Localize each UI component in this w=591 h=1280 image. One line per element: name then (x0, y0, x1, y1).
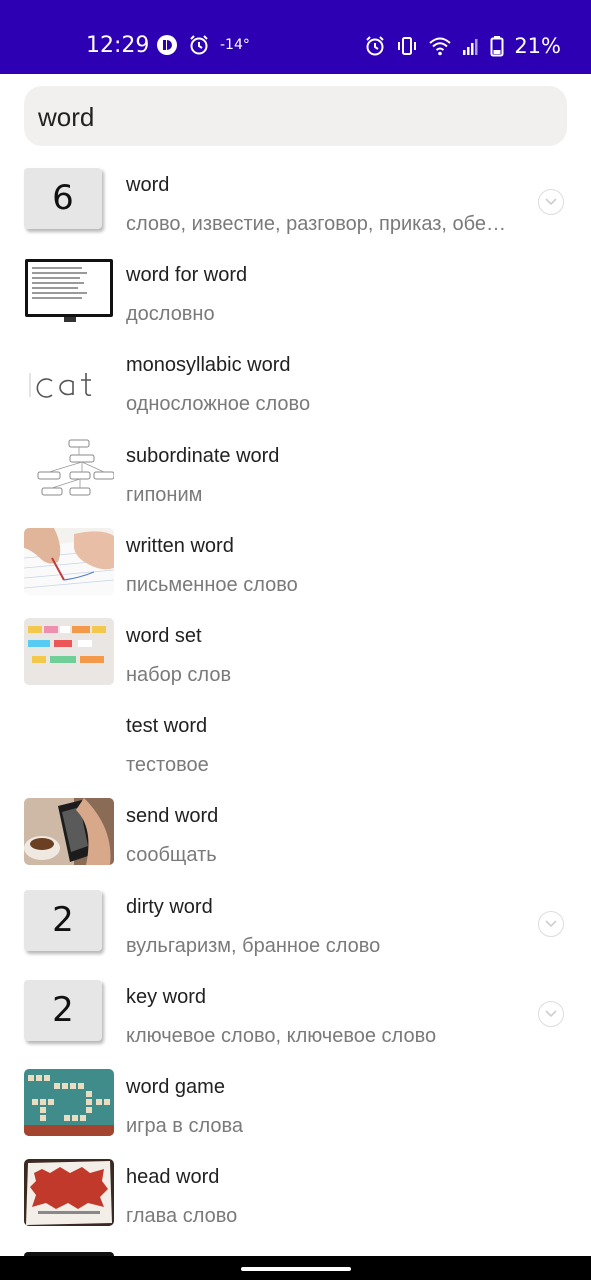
item-translation: ключевое слово, ключевое слово (126, 1024, 437, 1047)
status-left-icons: -14° (156, 34, 250, 56)
expand-chevron-icon[interactable] (538, 1000, 564, 1027)
item-translation: односложное слово (126, 393, 311, 416)
item-title: word (126, 174, 170, 196)
vibrate-icon (396, 35, 418, 57)
battery-percent: 21% (514, 34, 561, 58)
item-title: key word (126, 985, 207, 1008)
list-item[interactable]: monosyllabic word односложное слово (0, 338, 591, 428)
item-translation: вульгаризм, бранное слово (126, 934, 381, 957)
search-input[interactable] (36, 100, 540, 134)
list-item[interactable]: test word тестовое (0, 699, 591, 789)
status-time: 12:29 (86, 33, 150, 58)
meanings-count-badge: 2 (24, 978, 102, 1041)
list-item[interactable]: 2 key word ключевое слово, ключевое слов… (0, 970, 591, 1060)
item-translation: письменное слово (126, 573, 298, 596)
item-title: written word (126, 534, 234, 557)
item-translation: глава слово (126, 1205, 238, 1228)
list-item[interactable]: send word сообщать (0, 789, 591, 879)
status-right-icons: 21% (364, 34, 561, 58)
item-title: word for word (126, 264, 248, 287)
diagram-image (24, 437, 114, 505)
item-title: send word (126, 805, 219, 828)
meanings-count-badge: 6 (24, 167, 102, 229)
alarm-icon (188, 34, 210, 56)
list-item[interactable]: 2 dirty word вульгаризм, бранное слово (0, 880, 591, 970)
list-item[interactable]: word game игра в слова (0, 1060, 591, 1150)
item-translation: тестовое (126, 754, 209, 777)
status-bar: 12:29 -14° 21% (0, 0, 591, 74)
results-list: 6 word слово, известие, разговор, приказ… (0, 158, 591, 1240)
item-title: subordinate word (126, 444, 280, 467)
list-item[interactable]: word set набор слов (0, 609, 591, 699)
item-title: head word (126, 1166, 220, 1189)
item-translation: гипоним (126, 483, 203, 506)
list-item[interactable]: head word глава слово (0, 1150, 591, 1240)
search-box[interactable] (24, 86, 567, 146)
item-title: dirty word (126, 895, 213, 918)
home-gesture-handle[interactable] (241, 1267, 351, 1271)
item-title: word set (126, 624, 202, 647)
item-translation: игра в слова (126, 1114, 243, 1137)
expand-chevron-icon[interactable] (538, 910, 564, 937)
monitor-image (24, 257, 114, 325)
list-item[interactable]: word for word дословно (0, 248, 591, 338)
item-translation: дословно (126, 303, 215, 326)
cat-text-image (24, 347, 114, 415)
scrabble-image (24, 1068, 114, 1136)
list-item[interactable]: 6 word слово, известие, разговор, приказ… (0, 158, 591, 248)
word-labels-image (24, 617, 114, 685)
expand-chevron-icon[interactable] (538, 189, 564, 215)
list-item[interactable]: subordinate word гипоним (0, 429, 591, 519)
item-title: word game (126, 1075, 225, 1098)
alarm-icon (364, 35, 386, 57)
meanings-count-badge: 2 (24, 888, 102, 951)
battery-icon (490, 35, 504, 57)
navigation-bar (0, 1256, 591, 1280)
phone-image (24, 798, 114, 866)
wifi-icon (428, 35, 452, 57)
item-translation: сообщать (126, 844, 217, 867)
item-translation: слово, известие, разговор, приказ, обе… (126, 213, 506, 235)
item-translation: набор слов (126, 663, 232, 686)
temperature: -14° (220, 37, 250, 53)
writing-hand-image (24, 527, 114, 595)
app-notification-icon (156, 34, 178, 56)
item-title: monosyllabic word (126, 354, 291, 377)
item-title: test word (126, 715, 208, 738)
list-item[interactable]: written word письменное слово (0, 519, 591, 609)
signal-icon (462, 36, 480, 56)
bazinga-image (24, 1159, 114, 1227)
